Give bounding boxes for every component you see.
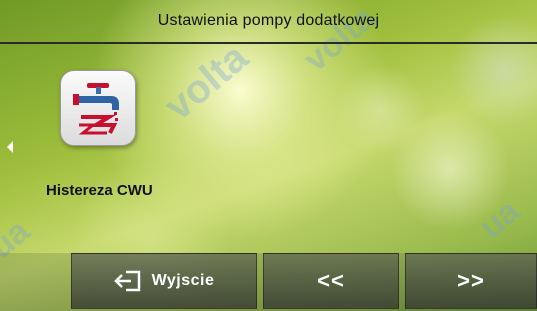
page-title: Ustawienia pompy dodatkowej	[157, 12, 380, 29]
previous-button[interactable]: <<	[263, 253, 399, 309]
hot-water-tap-icon[interactable]	[60, 70, 136, 146]
hot-water-tap-graphic	[73, 83, 119, 135]
left-arrow-icon[interactable]	[7, 141, 13, 153]
bottom-nav-bar: Wyjscie << >>	[0, 253, 537, 311]
title-bar: Ustawienia pompy dodatkowej	[0, 0, 537, 44]
next-label: >>	[457, 268, 485, 293]
next-button[interactable]: >>	[405, 253, 537, 309]
watermark: ua	[472, 191, 527, 247]
exit-button[interactable]: Wyjscie	[71, 253, 257, 309]
previous-label: <<	[317, 268, 345, 293]
exit-label: Wyjscie	[151, 272, 215, 289]
parameter-tile[interactable]	[60, 70, 136, 146]
exit-icon	[113, 270, 140, 292]
watermark: volta	[156, 35, 257, 129]
parameter-label: Histereza CWU	[46, 182, 153, 199]
screen: volta ua volta ua Ustawienia pompy dodat…	[0, 0, 537, 311]
